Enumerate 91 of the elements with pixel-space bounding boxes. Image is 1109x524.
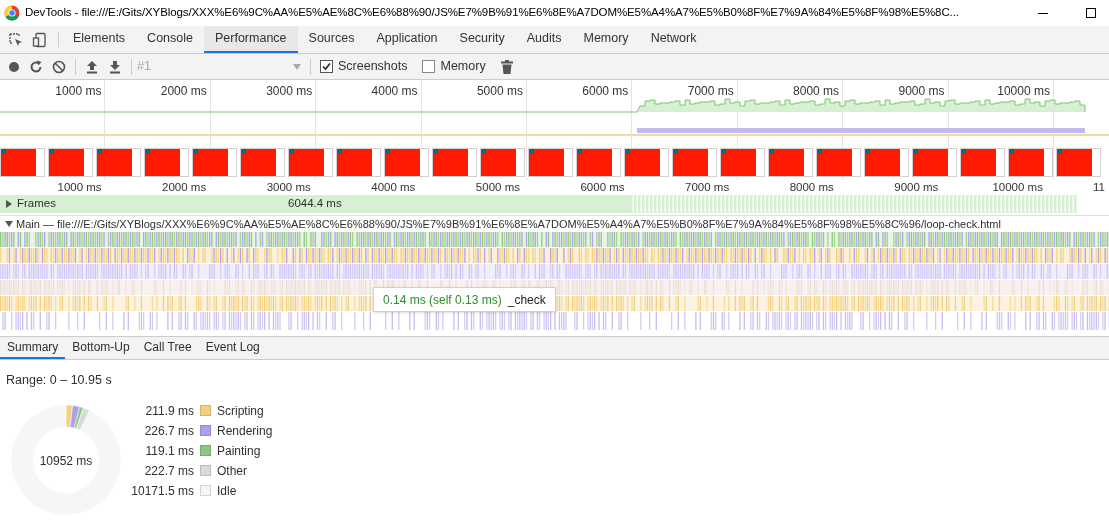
screenshot-thumbnail [96,148,141,177]
track-label: Frames [17,196,56,212]
details-tab[interactable]: Call Tree [136,337,199,359]
panel-tab[interactable]: Console [136,26,204,53]
details-tab[interactable]: Bottom-Up [65,337,137,359]
screenshot-thumbnail [1008,148,1053,177]
screenshot-thumbnail [816,148,861,177]
reload-icon[interactable] [29,59,43,74]
time-tick-label: 5000 ms [475,180,520,195]
category-label: Rendering [217,422,273,440]
time-tick-label: 8000 ms [789,180,834,195]
tooltip-duration: 0.14 ms (self 0.13 ms) [383,291,502,309]
time-tick-label: 11 [1092,180,1105,195]
browser-logo-icon [4,5,20,21]
checkbox[interactable] [422,60,436,73]
checkbox[interactable] [320,60,333,73]
category-label: Idle [217,482,237,500]
range-label: Range: 0 – 10.95 s [6,372,113,389]
panel-tab[interactable]: Sources [297,26,366,53]
time-tick-label: 9000 ms [898,83,945,100]
screenshot-thumbnail [1056,148,1101,177]
category-time: 10171.5 ms [130,482,194,500]
screenshot-thumbnail [432,148,477,177]
screenshot-thumbnail [240,148,285,177]
time-tick-label: 4000 ms [371,180,416,195]
time-tick-label: 2000 ms [160,83,207,100]
total-time: 10952 ms [38,452,94,470]
panel-tab[interactable]: Elements [62,26,137,53]
screenshot-thumbnail [480,148,525,177]
time-tick-label: 5000 ms [476,83,523,100]
panel-tab[interactable]: Memory [572,26,640,53]
time-tick-label: 6000 ms [580,180,625,195]
trash-icon[interactable] [500,59,513,74]
time-tick-label: 2000 ms [162,180,207,195]
panel-tab[interactable]: Application [365,26,449,53]
screenshot-thumbnail [192,148,237,177]
category-time: 119.1 ms [144,442,194,460]
maximize-icon[interactable] [1085,7,1097,19]
time-tick-label: 3000 ms [266,180,311,195]
details-tab[interactable]: Summary [0,337,66,359]
panel-tab[interactable]: Audits [515,26,573,53]
time-tick-label: 8000 ms [793,83,840,100]
screenshot-thumbnail [336,148,381,177]
screenshot-thumbnail [672,148,717,177]
screenshot-thumbnail [960,148,1005,177]
panel-tab[interactable]: Network [639,26,708,53]
category-label: Painting [217,442,261,460]
panel-tab[interactable]: Security [448,26,516,53]
time-tick-label: 7000 ms [685,180,730,195]
screenshot-thumbnail [768,148,813,177]
dropdown-caret-icon [293,63,301,70]
clear-icon[interactable] [52,59,66,74]
time-tick-label: 3000 ms [266,83,313,100]
record-icon[interactable] [8,60,20,73]
time-tick-label: 4000 ms [371,83,418,100]
expand-icon[interactable] [4,199,14,209]
time-tick-label: 1000 ms [57,180,102,195]
category-time: 211.9 ms [144,402,194,420]
screenshot-thumbnail [912,148,957,177]
screenshot-thumbnail [528,148,573,177]
checkbox-label: Memory [440,58,486,76]
tooltip-function-name: _check [507,291,546,309]
screenshot-thumbnail [288,148,333,177]
screenshot-thumbnail [144,148,189,177]
window-title: DevTools - file:///E:/Gits/XYBlogs/XXX%E6%9C%AA%E5%AE%8C%E6%88%90/JS%E7%9B%91%E6%8E%A7DOM%E5%A4%A7%E5%B0%8F%E7%9A%84%E5%8F%98%E5%8C... [25,5,959,21]
category-label: Scripting [217,402,264,420]
panel-tab[interactable]: Performance [204,26,298,53]
collapse-icon[interactable] [4,219,14,229]
track-label: Main — file:///E:/Gits/XYBlogs/XXX%E6%9C%AA%E5%AE%8C%E6%88%90/JS%E7%9B%91%E6%8E%A7DOM%E5%A4%A7%E5%B0%8F%E7%9A%84%E5%8F%98%E5%8C%96/loop-check.html [16,216,1001,232]
upload-icon[interactable] [85,59,99,74]
screenshot-thumbnail [384,148,429,177]
details-tab[interactable]: Event Log [198,337,267,359]
time-tick-label: 6000 ms [582,83,629,100]
download-icon[interactable] [108,59,122,74]
screenshot-thumbnail [624,148,669,177]
screenshot-thumbnail [864,148,909,177]
category-time: 222.7 ms [143,462,194,480]
time-tick-label: 9000 ms [894,180,939,195]
time-tick-label: 10000 ms [992,180,1043,195]
frame-duration: 6044.4 ms [288,196,342,212]
time-tick-label: 7000 ms [687,83,734,100]
inspect-icon[interactable] [8,31,24,48]
category-time: 226.7 ms [143,422,194,440]
screenshot-thumbnail [576,148,621,177]
category-label: Other [217,462,247,480]
time-tick-label: 10000 ms [997,83,1050,100]
screenshot-thumbnail [720,148,765,177]
screenshot-thumbnail [48,148,93,177]
device-toolbar-icon[interactable] [32,31,48,48]
time-tick-label: 1000 ms [55,83,102,100]
checkbox-label: Screenshots [338,58,408,76]
